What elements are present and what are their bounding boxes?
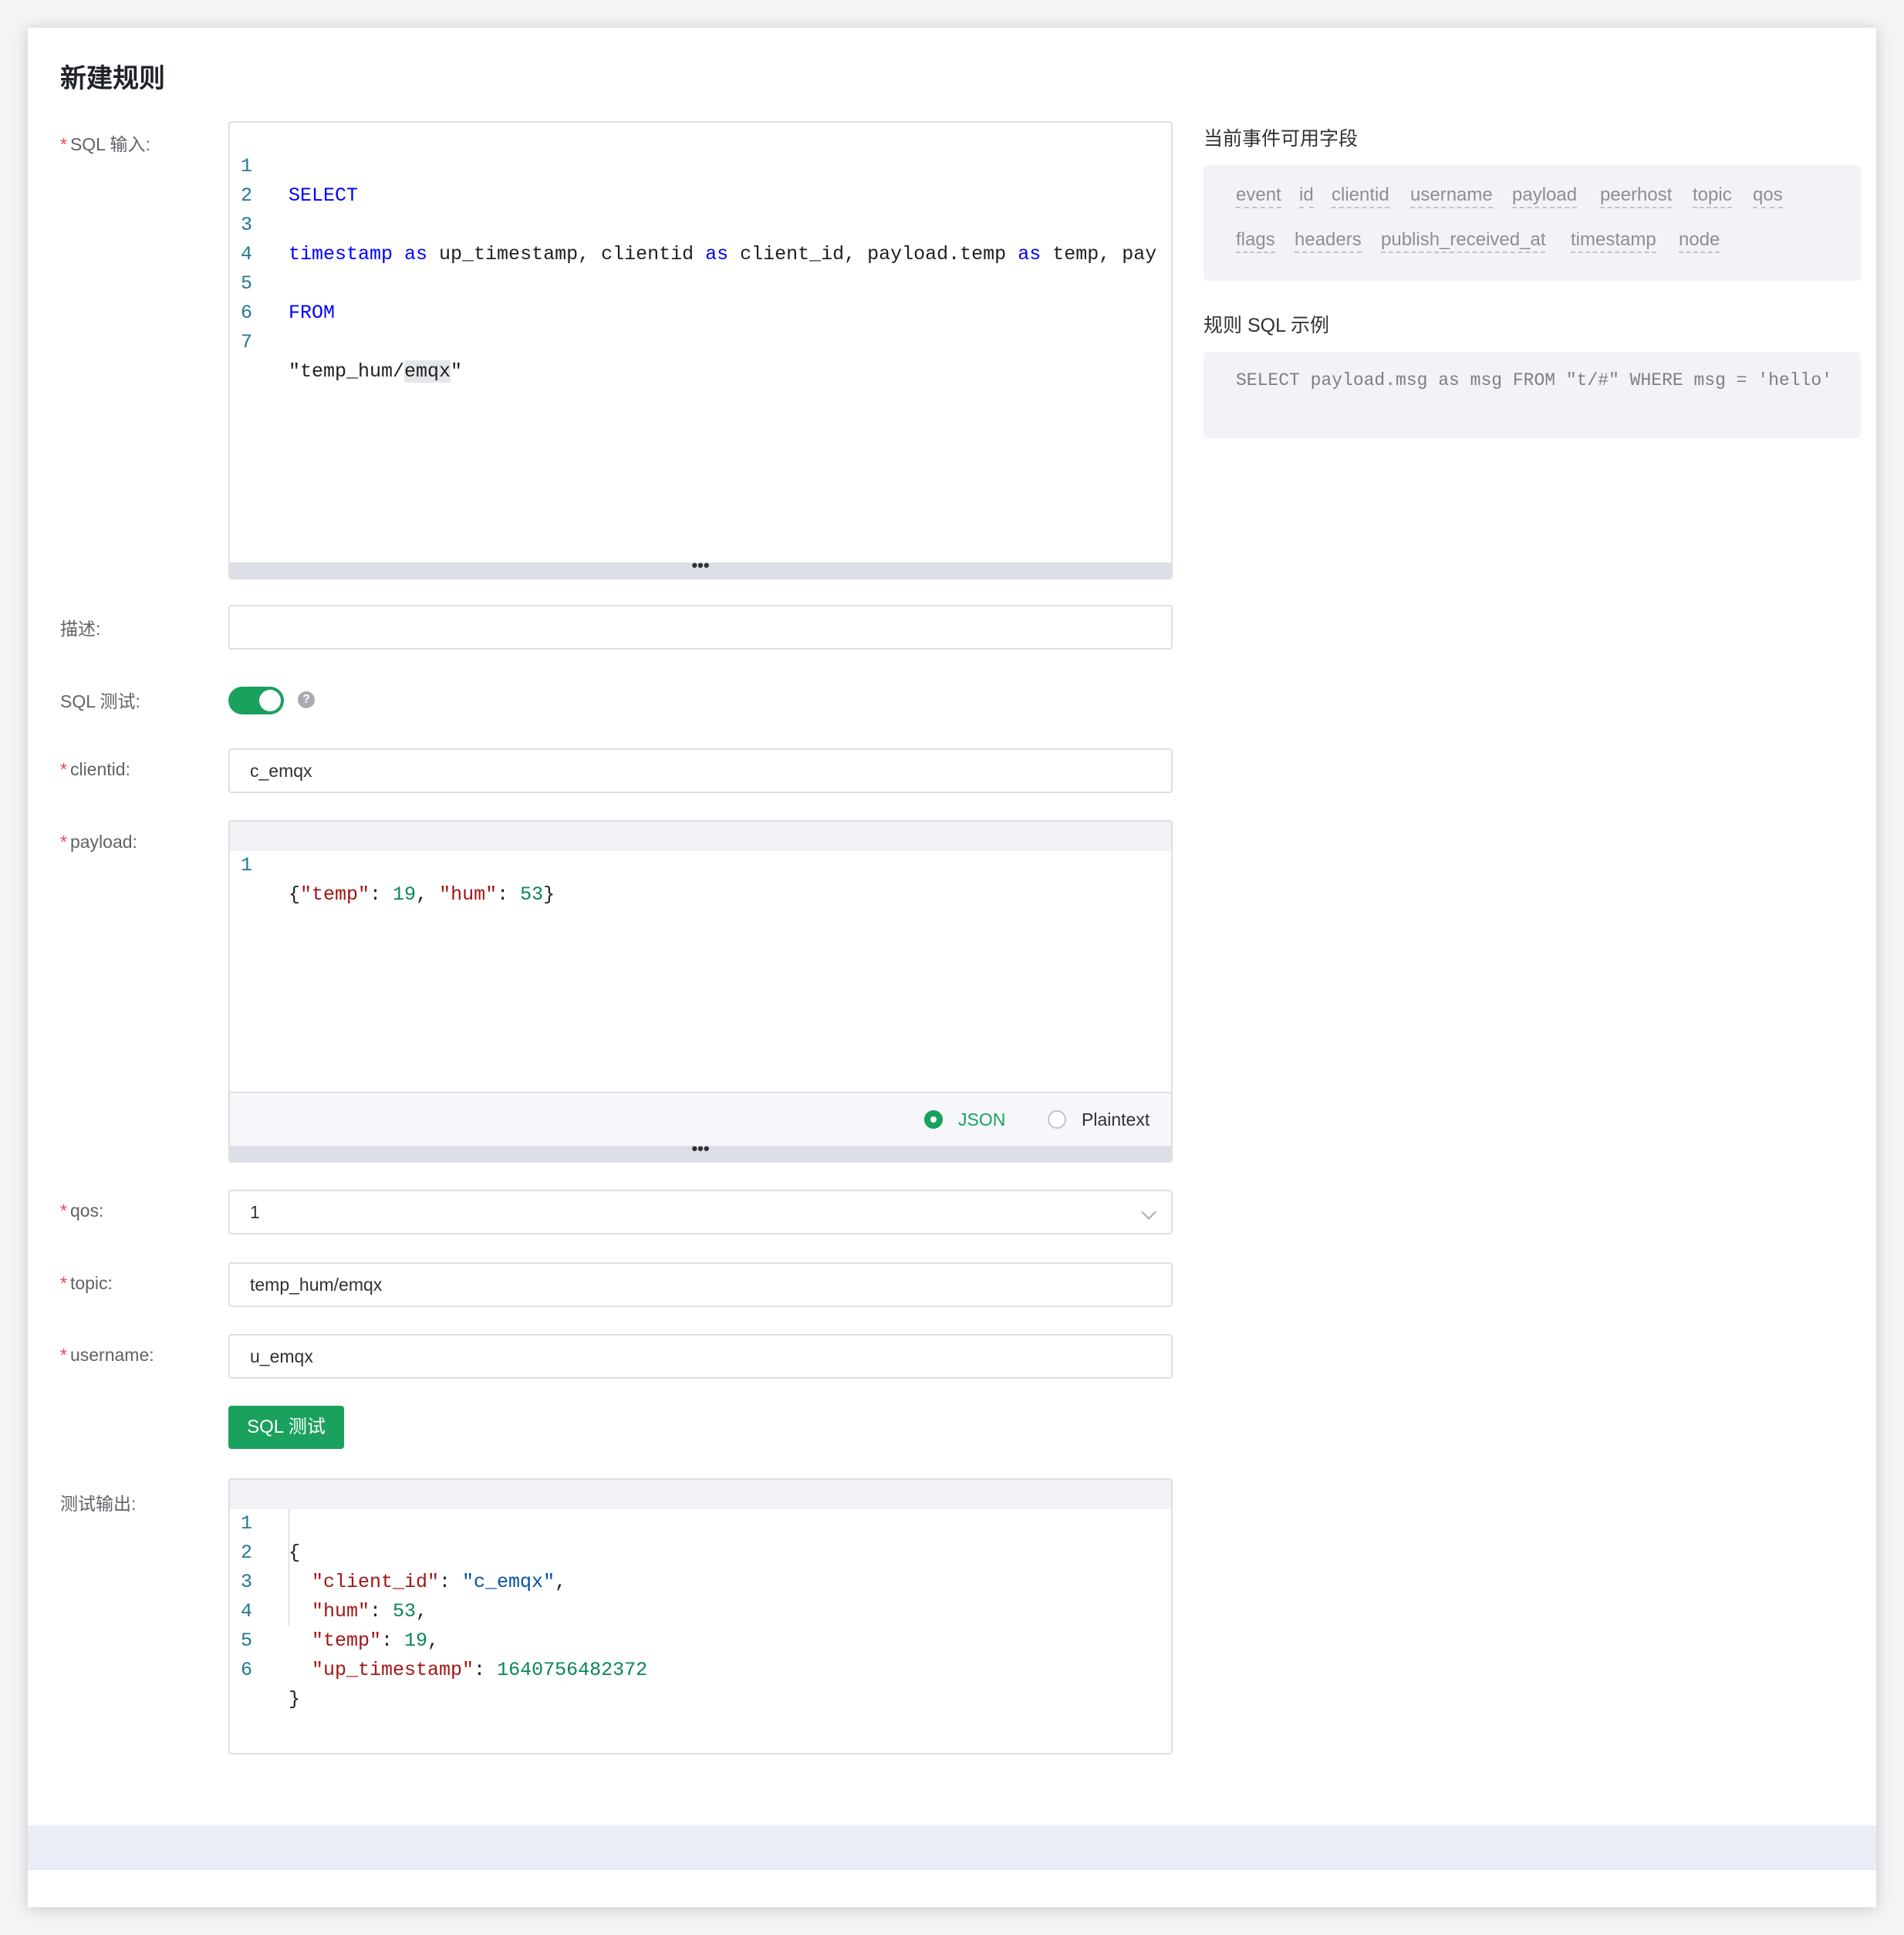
help-icon[interactable]: ? (298, 691, 315, 708)
code-line: 4 (241, 243, 253, 265)
code-line: 4 "temp": 19, (241, 1600, 440, 1652)
sql-test-button[interactable]: SQL 测试 (228, 1406, 344, 1449)
code-line: 3 timestamp as up_timestamp, clientid as… (241, 214, 1157, 265)
payload-editor-resize-handle[interactable]: ••• (230, 1140, 1171, 1161)
code-line: 3 "hum": 53, (241, 1571, 428, 1623)
field-tag[interactable]: publish_received_at (1381, 228, 1546, 253)
topic-input[interactable]: temp_hum/emqx (228, 1262, 1173, 1307)
sql-test-toggle[interactable] (228, 687, 284, 714)
qos-label: * qos: (60, 1201, 104, 1221)
field-tag[interactable]: clientid (1332, 184, 1389, 208)
field-tag[interactable]: username (1410, 184, 1493, 208)
radio-checked-icon (924, 1110, 943, 1129)
description-input[interactable] (228, 605, 1173, 650)
username-input[interactable]: u_emqx (228, 1334, 1173, 1379)
code-line: 5 FROM (241, 272, 336, 324)
code-line: 1 { (230, 1480, 1171, 1564)
sql-example-code: SELECT payload.msg as msg FROM "t/#" WHE… (1236, 370, 1832, 390)
sql-editor[interactable]: 1 SELECT 2 3 timestamp as up_timestamp, … (228, 121, 1173, 579)
sql-input-label: * SQL 输入: (60, 134, 150, 154)
test-output-label: 测试输出: (60, 1494, 137, 1514)
footer-bar (28, 1825, 1876, 1870)
field-tag[interactable]: qos (1753, 184, 1783, 208)
field-tag[interactable]: flags (1236, 228, 1275, 253)
chevron-down-icon (1141, 1204, 1156, 1220)
code-line: 2 (241, 184, 253, 207)
field-tag[interactable]: event (1236, 184, 1281, 208)
username-label: * username: (60, 1345, 154, 1365)
sql-example-box: SELECT payload.msg as msg FROM "t/#" WHE… (1204, 352, 1861, 438)
radio-unchecked-icon (1048, 1110, 1066, 1129)
payload-label: * payload: (60, 832, 137, 852)
sql-example-title: 规则 SQL 示例 (1204, 315, 1329, 336)
page-title: 新建规则 (60, 64, 165, 93)
topic-label: * topic: (60, 1273, 113, 1293)
field-tag[interactable]: id (1299, 184, 1314, 208)
code-line: 6 (241, 302, 253, 324)
code-line: 5 "up_timestamp": 1640756482372 (241, 1629, 648, 1681)
field-tag[interactable]: headers (1295, 228, 1362, 253)
qos-select[interactable]: 1 (228, 1190, 1173, 1234)
clientid-input[interactable]: c_emqx (228, 748, 1173, 793)
toggle-knob (259, 690, 281, 711)
available-fields-title: 当前事件可用字段 (1204, 128, 1359, 150)
code-line: 6 } (241, 1659, 301, 1710)
field-tag[interactable]: payload (1512, 184, 1578, 208)
field-tag[interactable]: node (1679, 228, 1720, 253)
rule-form-card: 新建规则 * SQL 输入: 1 SELECT 2 3 timestamp as … (28, 28, 1876, 1907)
field-tag[interactable]: peerhost (1600, 184, 1673, 208)
code-line: 1 SELECT (241, 155, 359, 207)
sql-test-label: SQL 测试: (60, 691, 140, 711)
code-line: 1 {"temp": 19, "hum": 53} (230, 822, 1171, 906)
field-tag[interactable]: topic (1693, 184, 1732, 208)
description-label: 描述: (60, 619, 101, 639)
clientid-label: * clientid: (60, 759, 130, 779)
field-tag[interactable]: timestamp (1571, 228, 1656, 253)
payload-editor[interactable]: 1 {"temp": 19, "hum": 53} JSON Plaintext… (228, 820, 1173, 1163)
payload-format-bar: JSON Plaintext (230, 1092, 1171, 1146)
available-fields-box: event id clientid username payload peerh… (1204, 165, 1861, 281)
code-line: 2 "client_id": "c_emqx", (241, 1542, 567, 1593)
test-output-editor[interactable]: 1 { 2 "client_id": "c_emqx", 3 "hum": 53… (228, 1478, 1173, 1754)
code-line: 7 "temp_hum/emqx" (241, 331, 463, 383)
sql-editor-resize-handle[interactable]: ••• (230, 557, 1171, 578)
